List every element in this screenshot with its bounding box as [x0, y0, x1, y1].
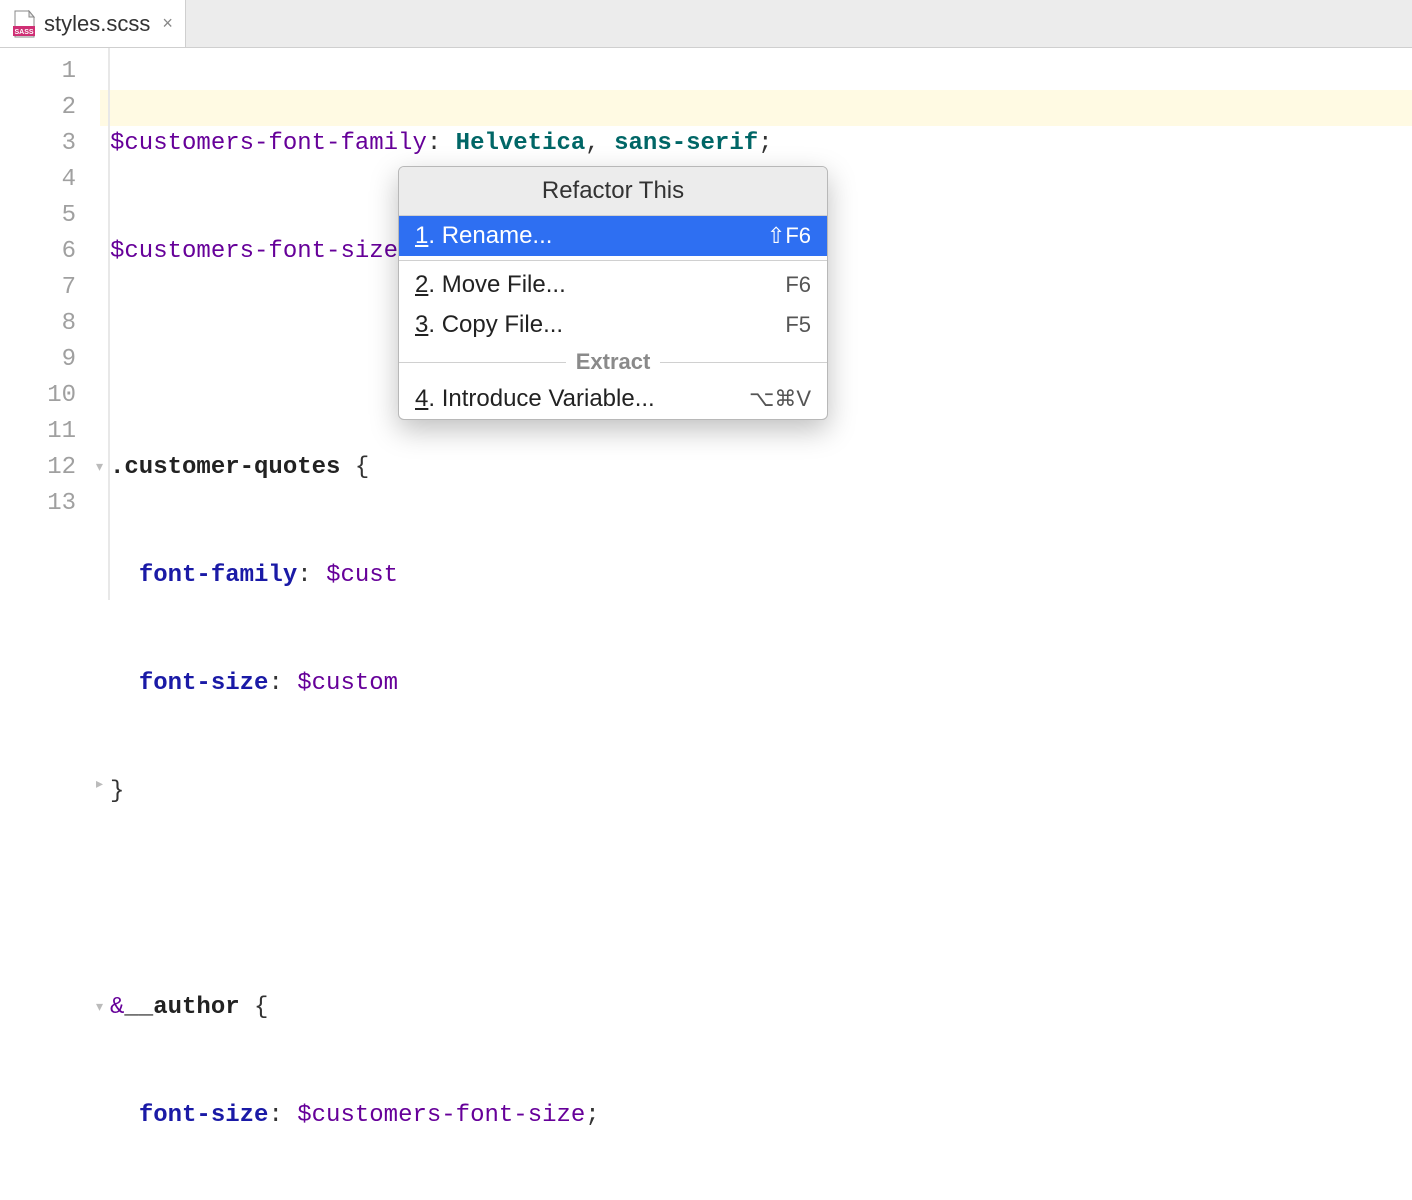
code-line: ▸}: [110, 774, 1412, 810]
code-line: font-family: $cust: [110, 558, 1412, 594]
refactor-popup: Refactor This 1. Rename... ⇧F6 2. Move F…: [398, 166, 828, 420]
line-number: 12: [0, 450, 76, 486]
file-tab[interactable]: SASS styles.scss ×: [0, 0, 186, 47]
line-number: 9: [0, 342, 76, 378]
menu-item-shortcut: F5: [785, 312, 811, 338]
line-number: 7: [0, 270, 76, 306]
line-number: 5: [0, 198, 76, 234]
menu-item-label: 3. Copy File...: [415, 311, 563, 339]
menu-item-label: 4. Introduce Variable...: [415, 385, 655, 413]
code-line: font-size: $customers-font-size;: [110, 1098, 1412, 1134]
line-number: 13: [0, 486, 76, 522]
close-tab-icon[interactable]: ×: [162, 13, 173, 34]
code-line: ▾.customer-quotes {: [110, 450, 1412, 486]
code-line: [110, 882, 1412, 918]
menu-item-rename[interactable]: 1. Rename... ⇧F6: [399, 216, 827, 256]
tab-filename: styles.scss: [44, 11, 150, 37]
line-number: 2: [0, 90, 76, 126]
menu-section-label: Extract: [566, 349, 661, 375]
code-line: font-size: $custom: [110, 666, 1412, 702]
menu-item-introduce-variable[interactable]: 4. Introduce Variable... ⌥⌘V: [399, 379, 827, 419]
line-number: 4: [0, 162, 76, 198]
code-line: ▾&__author {: [110, 990, 1412, 1026]
code-line: $customers-font-family: Helvetica, sans-…: [110, 126, 1412, 162]
svg-text:SASS: SASS: [14, 29, 33, 36]
menu-item-shortcut: ⌥⌘V: [749, 386, 811, 412]
menu-item-label: 1. Rename...: [415, 222, 552, 250]
tab-bar: SASS styles.scss ×: [0, 0, 1412, 48]
menu-item-copy-file[interactable]: 3. Copy File... F5: [399, 305, 827, 345]
line-number: 10: [0, 378, 76, 414]
line-number: 6: [0, 234, 76, 270]
fold-open-icon[interactable]: ▾: [96, 1001, 110, 1015]
menu-item-move-file[interactable]: 2. Move File... F6: [399, 265, 827, 305]
menu-section-separator: Extract: [399, 349, 827, 375]
menu-item-label: 2. Move File...: [415, 271, 566, 299]
line-number: 3: [0, 126, 76, 162]
menu-item-shortcut: F6: [785, 272, 811, 298]
menu-item-shortcut: ⇧F6: [767, 223, 811, 249]
fold-close-icon[interactable]: ▸: [96, 778, 110, 792]
line-number: 8: [0, 306, 76, 342]
line-number: 1: [0, 54, 76, 90]
fold-open-icon[interactable]: ▾: [96, 461, 110, 475]
editor[interactable]: 1 2 3 4 5 6 7 8 9 10 11 12 13 $customers…: [0, 48, 1412, 600]
popup-title: Refactor This: [399, 167, 827, 216]
gutter: 1 2 3 4 5 6 7 8 9 10 11 12 13: [0, 48, 100, 600]
menu-separator: [399, 260, 827, 261]
sass-file-icon: SASS: [12, 10, 36, 38]
line-number: 11: [0, 414, 76, 450]
